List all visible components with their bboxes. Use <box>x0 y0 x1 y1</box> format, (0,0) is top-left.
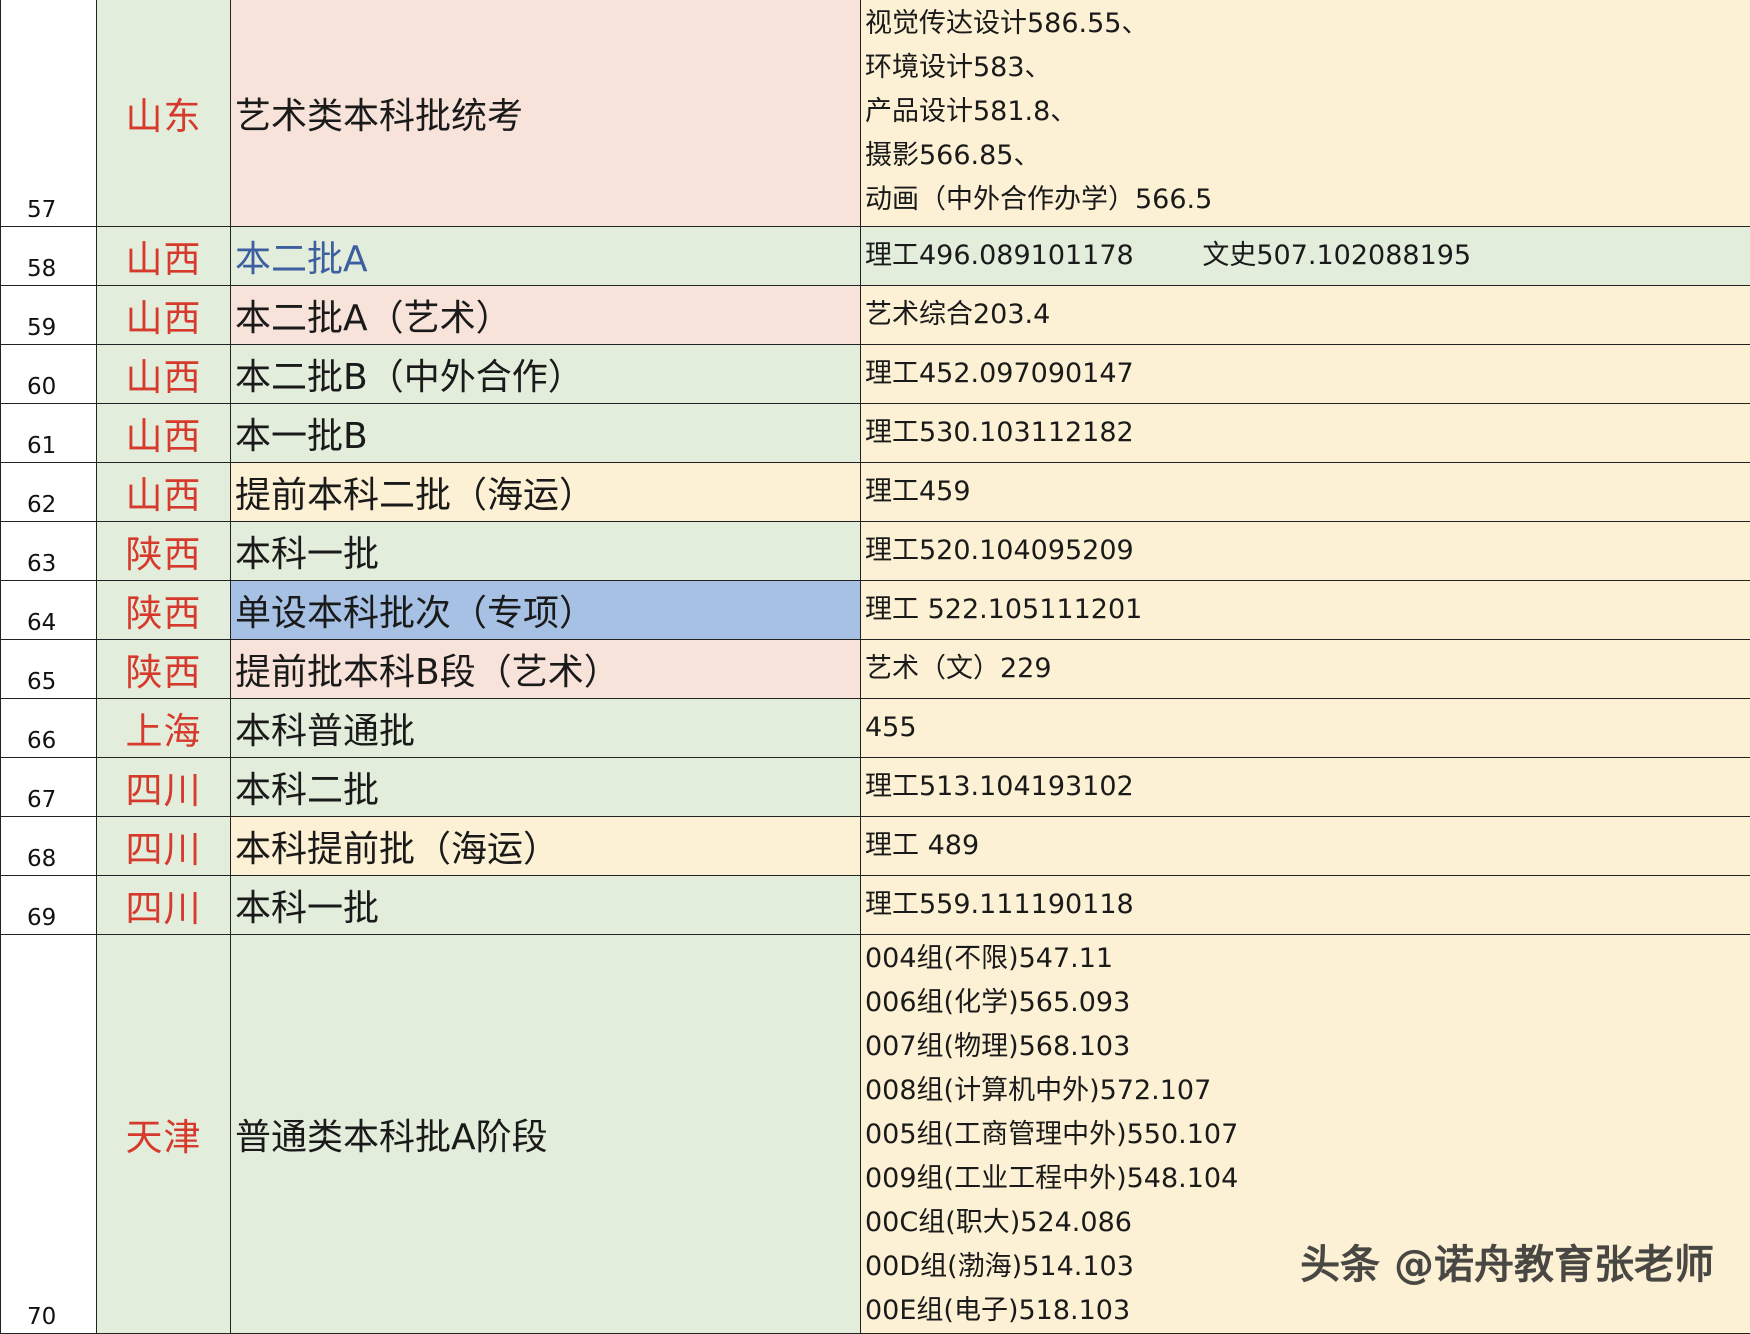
score-line: 008组(计算机中外)572.107 <box>865 1074 1212 1106</box>
province-cell[interactable]: 山西 <box>96 284 231 345</box>
row-number-cell[interactable]: 64 <box>0 579 97 640</box>
table-row: 63 陕西 本科一批 理工520.104095209 <box>0 520 1750 581</box>
score-line: 007组(物理)568.103 <box>865 1030 1131 1062</box>
province-cell[interactable]: 四川 <box>96 756 231 817</box>
batch-cell[interactable]: 本科提前批（海运） <box>230 815 861 876</box>
province-cell[interactable]: 陕西 <box>96 520 231 581</box>
batch-cell[interactable]: 本科二批 <box>230 756 861 817</box>
batch-cell[interactable]: 提前本科二批（海运） <box>230 461 861 522</box>
score-line: 环境设计583、 <box>865 52 1052 83</box>
score-line: 理工513.104193102 <box>865 770 1134 802</box>
province-cell[interactable]: 山西 <box>96 225 231 286</box>
score-cell[interactable]: 理工452.097090147 <box>860 343 1750 404</box>
spreadsheet-body: 57 山东 艺术类本科批统考 视觉传达设计586.55、 环境设计583、 产品设计… <box>0 0 1750 1334</box>
province-cell[interactable]: 陕西 <box>96 638 231 699</box>
score-line: 004组(不限)547.11 <box>865 942 1114 974</box>
score-line: 455 <box>865 711 917 743</box>
score-cell[interactable]: 理工520.104095209 <box>860 520 1750 581</box>
score-cell[interactable]: 理工496.089101178 文史507.102088195 <box>860 225 1750 286</box>
batch-cell[interactable]: 本科普通批 <box>230 697 861 758</box>
row-number-cell[interactable]: 57 <box>0 0 97 227</box>
province-cell[interactable]: 天津 <box>96 933 231 1334</box>
batch-cell[interactable]: 本一批B <box>230 402 861 463</box>
score-line: 动画（中外合作办学）566.5 <box>865 184 1213 215</box>
score-line: 视觉传达设计586.55、 <box>865 8 1149 39</box>
score-line: 005组(工商管理中外)550.107 <box>865 1118 1239 1150</box>
table-row: 58 山西 本二批A 理工496.089101178 文史507.1020881… <box>0 225 1750 286</box>
row-number-cell[interactable]: 63 <box>0 520 97 581</box>
row-number-cell[interactable]: 65 <box>0 638 97 699</box>
batch-cell[interactable]: 提前批本科B段（艺术） <box>230 638 861 699</box>
batch-cell[interactable]: 本二批A <box>230 225 861 286</box>
score-cell[interactable]: 455 <box>860 697 1750 758</box>
table-row: 65 陕西 提前批本科B段（艺术） 艺术（文）229 <box>0 638 1750 699</box>
score-cell[interactable]: 理工513.104193102 <box>860 756 1750 817</box>
province-cell[interactable]: 上海 <box>96 697 231 758</box>
score-line: 理工 522.105111201 <box>865 593 1143 625</box>
province-cell[interactable]: 山西 <box>96 343 231 404</box>
score-line: 理工530.103112182 <box>865 416 1134 448</box>
batch-cell[interactable]: 艺术类本科批统考 <box>230 0 861 227</box>
score-line: 艺术综合203.4 <box>865 298 1051 330</box>
score-line: 00E组(电子)518.103 <box>865 1294 1131 1326</box>
score-line: 理工559.111190118 <box>865 888 1134 920</box>
score-cell[interactable]: 艺术（文）229 <box>860 638 1750 699</box>
score-cell[interactable]: 视觉传达设计586.55、 环境设计583、 产品设计581.8、 摄影566.85、… <box>860 0 1750 227</box>
province-cell[interactable]: 陕西 <box>96 579 231 640</box>
score-line: 理工459 <box>865 475 971 507</box>
province-cell[interactable]: 山西 <box>96 461 231 522</box>
table-row: 64 陕西 单设本科批次（专项） 理工 522.105111201 <box>0 579 1750 640</box>
score-cell[interactable]: 理工 522.105111201 <box>860 579 1750 640</box>
batch-cell[interactable]: 本科一批 <box>230 520 861 581</box>
score-cell[interactable]: 理工459 <box>860 461 1750 522</box>
row-number-cell[interactable]: 68 <box>0 815 97 876</box>
row-number-cell[interactable]: 67 <box>0 756 97 817</box>
table-row: 59 山西 本二批A（艺术） 艺术综合203.4 <box>0 284 1750 345</box>
table-row: 62 山西 提前本科二批（海运） 理工459 <box>0 461 1750 522</box>
row-number-cell[interactable]: 58 <box>0 225 97 286</box>
table-row: 67 四川 本科二批 理工513.104193102 <box>0 756 1750 817</box>
score-cell[interactable]: 理工 489 <box>860 815 1750 876</box>
score-cell[interactable]: 艺术综合203.4 <box>860 284 1750 345</box>
score-cell[interactable]: 理工530.103112182 <box>860 402 1750 463</box>
row-number-cell[interactable]: 59 <box>0 284 97 345</box>
row-number-cell[interactable]: 70 <box>0 933 97 1334</box>
table-row: 61 山西 本一批B 理工530.103112182 <box>0 402 1750 463</box>
spreadsheet-table: 57 山东 艺术类本科批统考 视觉传达设计586.55、 环境设计583、 产品设计… <box>0 0 1750 1334</box>
table-row: 69 四川 本科一批 理工559.111190118 <box>0 874 1750 935</box>
province-cell[interactable]: 四川 <box>96 874 231 935</box>
score-line: 摄影566.85、 <box>865 140 1041 171</box>
score-line: 理工520.104095209 <box>865 534 1134 566</box>
score-line: 理工 489 <box>865 829 980 861</box>
batch-cell[interactable]: 本二批A（艺术） <box>230 284 861 345</box>
score-line: 009组(工业工程中外)548.104 <box>865 1162 1239 1194</box>
score-line: 理工452.097090147 <box>865 357 1134 389</box>
table-row: 66 上海 本科普通批 455 <box>0 697 1750 758</box>
row-number-cell[interactable]: 60 <box>0 343 97 404</box>
row-number-cell[interactable]: 69 <box>0 874 97 935</box>
score-line: 理工496.089101178 文史507.102088195 <box>865 239 1472 271</box>
province-cell[interactable]: 山西 <box>96 402 231 463</box>
row-number-cell[interactable]: 62 <box>0 461 97 522</box>
score-line: 产品设计581.8、 <box>865 96 1078 127</box>
province-cell[interactable]: 四川 <box>96 815 231 876</box>
province-cell[interactable]: 山东 <box>96 0 231 227</box>
score-line: 006组(化学)565.093 <box>865 986 1131 1018</box>
table-row: 57 山东 艺术类本科批统考 视觉传达设计586.55、 环境设计583、 产品设计… <box>0 0 1750 227</box>
batch-cell[interactable]: 普通类本科批A阶段 <box>230 933 861 1334</box>
score-line: 艺术（文）229 <box>865 652 1052 684</box>
batch-cell[interactable]: 单设本科批次（专项） <box>230 579 861 640</box>
batch-cell[interactable]: 本科一批 <box>230 874 861 935</box>
table-row: 68 四川 本科提前批（海运） 理工 489 <box>0 815 1750 876</box>
score-cell[interactable]: 理工559.111190118 <box>860 874 1750 935</box>
table-row: 60 山西 本二批B（中外合作） 理工452.097090147 <box>0 343 1750 404</box>
watermark-text: 头条 @诺舟教育张老师 <box>1300 1242 1714 1288</box>
batch-cell[interactable]: 本二批B（中外合作） <box>230 343 861 404</box>
row-number-cell[interactable]: 66 <box>0 697 97 758</box>
row-number-cell[interactable]: 61 <box>0 402 97 463</box>
